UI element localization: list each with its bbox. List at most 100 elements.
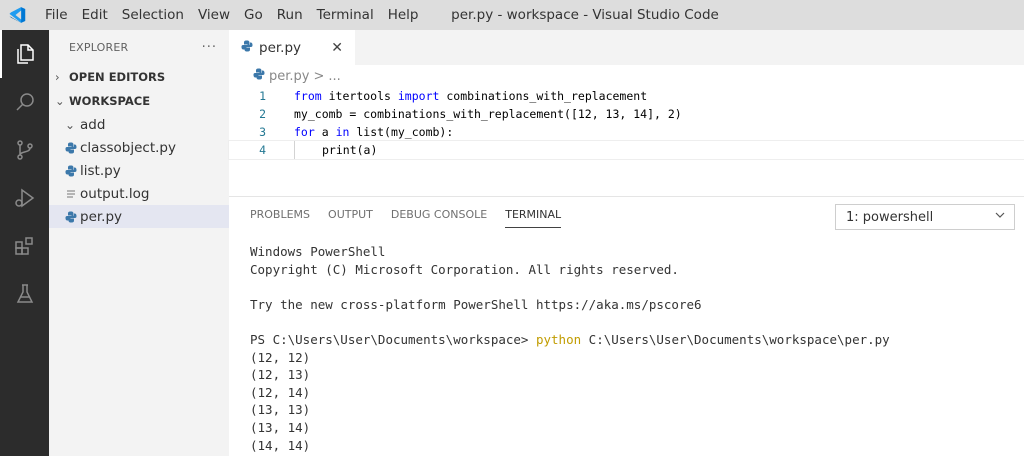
menu-bar: File Edit Selection View Go Run Terminal Help bbox=[34, 0, 425, 30]
workspace-label: WORKSPACE bbox=[69, 94, 151, 108]
code-line[interactable]: 4 print(a) bbox=[228, 140, 1024, 160]
open-editors-label: OPEN EDITORS bbox=[69, 70, 166, 84]
source-control-icon[interactable] bbox=[0, 126, 49, 174]
keyword-token: from bbox=[294, 89, 322, 103]
open-editors-section[interactable]: › OPEN EDITORS bbox=[49, 65, 229, 89]
close-icon[interactable]: ✕ bbox=[331, 40, 343, 56]
code-line[interactable]: 3 for a in list(my_comb): bbox=[229, 123, 1024, 141]
line-number: 2 bbox=[259, 107, 266, 121]
chevron-down-icon: ⌄ bbox=[65, 117, 76, 132]
code-editor[interactable]: 1 from itertools import combinations_with… bbox=[228, 87, 1024, 160]
tab-per-py[interactable]: per.py ✕ bbox=[229, 30, 355, 65]
title-bar: File Edit Selection View Go Run Terminal Help p… bbox=[0, 0, 1024, 30]
python-file-icon bbox=[253, 68, 265, 84]
python-file-icon bbox=[65, 211, 80, 223]
editor-group: per.py ✕ per.py > ... 1 from itertools im… bbox=[228, 30, 1024, 195]
menu-help[interactable]: Help bbox=[381, 0, 426, 30]
keyword-token: in bbox=[335, 125, 350, 139]
tree-item-classobject-py[interactable]: classobject.py bbox=[49, 136, 229, 159]
explorer-sidebar: EXPLORER ··· › OPEN EDITORS ⌄ WORKSPACE … bbox=[49, 30, 229, 456]
chevron-down-icon: ⌄ bbox=[55, 94, 65, 108]
tree-item-list-py[interactable]: list.py bbox=[49, 159, 229, 182]
tree-item-label: output.log bbox=[80, 185, 150, 202]
menu-run[interactable]: Run bbox=[270, 0, 310, 30]
terminal-line: (14, 14) bbox=[250, 437, 311, 453]
code-token: itertools bbox=[321, 89, 398, 103]
tree-item-add[interactable]: ⌄ add bbox=[49, 113, 229, 136]
tab-debug-console[interactable]: DEBUG CONSOLE bbox=[382, 197, 496, 233]
panel-tabs: PROBLEMS OUTPUT DEBUG CONSOLE TERMINAL 1: p… bbox=[229, 197, 1024, 233]
files-icon[interactable] bbox=[0, 30, 49, 78]
explorer-header: EXPLORER ··· bbox=[49, 30, 229, 65]
chevron-down-icon bbox=[994, 209, 1006, 225]
code-token: list(my_comb): bbox=[349, 125, 454, 139]
terminal-line: PS C:\Users\User\Documents\workspace> py… bbox=[250, 331, 1024, 349]
tab-label: per.py bbox=[259, 39, 302, 56]
chevron-right-icon: › bbox=[55, 70, 60, 84]
editor-tabs: per.py ✕ bbox=[229, 30, 1024, 65]
terminal-prompt: PS C:\Users\User\Documents\workspace> bbox=[250, 331, 536, 347]
vscode-logo-icon bbox=[0, 0, 34, 30]
code-token: a bbox=[314, 125, 336, 139]
terminal-command: python bbox=[535, 331, 582, 347]
breadcrumb-file[interactable]: per.py bbox=[269, 69, 309, 84]
tab-output[interactable]: OUTPUT bbox=[319, 197, 382, 233]
terminal-line: (12, 14) bbox=[250, 384, 311, 400]
tree-item-label: list.py bbox=[80, 162, 121, 179]
line-number: 4 bbox=[259, 143, 266, 157]
keyword-token: for bbox=[294, 125, 315, 139]
terminal-line: (13, 14) bbox=[250, 419, 311, 435]
terminal-line: Try the new cross-platform PowerShell ht… bbox=[250, 296, 702, 312]
menu-go[interactable]: Go bbox=[237, 0, 270, 30]
log-file-icon bbox=[65, 188, 80, 200]
terminal-line: (12, 12) bbox=[250, 349, 311, 365]
tab-problems[interactable]: PROBLEMS bbox=[241, 197, 319, 233]
python-file-icon bbox=[65, 142, 80, 154]
menu-file[interactable]: File bbox=[38, 0, 75, 30]
terminal-line: (12, 13) bbox=[250, 367, 311, 383]
code-token: print(a) bbox=[322, 143, 378, 157]
activity-bar bbox=[0, 30, 49, 456]
file-tree: ⌄ add classobject.py list.py output.log per.p… bbox=[49, 113, 229, 228]
workspace-section[interactable]: ⌄ WORKSPACE bbox=[49, 89, 229, 113]
terminal-select-value: 1: powershell bbox=[846, 209, 934, 225]
menu-edit[interactable]: Edit bbox=[75, 0, 115, 30]
testing-icon[interactable] bbox=[0, 270, 49, 318]
menu-view[interactable]: View bbox=[191, 0, 237, 30]
python-file-icon bbox=[65, 165, 80, 177]
terminal-line: Copyright (C) Microsoft Corporation. All… bbox=[250, 261, 679, 277]
breadcrumb-symbol[interactable]: ... bbox=[328, 69, 340, 84]
tree-item-output-log[interactable]: output.log bbox=[49, 182, 229, 205]
search-icon[interactable] bbox=[0, 78, 49, 126]
code-line[interactable]: 2 my_comb = combinations_with_replacement… bbox=[229, 105, 1024, 123]
tree-item-label: per.py bbox=[80, 208, 123, 225]
menu-selection[interactable]: Selection bbox=[115, 0, 191, 30]
python-file-icon bbox=[241, 40, 253, 56]
terminal-output[interactable]: Windows PowerShell Copyright (C) Microsof… bbox=[229, 233, 1024, 454]
tree-item-label: classobject.py bbox=[80, 139, 176, 156]
terminal-line: (13, 13) bbox=[250, 402, 311, 418]
breadcrumb-separator: > bbox=[313, 68, 325, 84]
tree-item-label: add bbox=[80, 116, 106, 133]
extensions-icon[interactable] bbox=[0, 222, 49, 270]
run-debug-icon[interactable] bbox=[0, 174, 49, 222]
menu-terminal[interactable]: Terminal bbox=[310, 0, 381, 30]
tree-item-per-py[interactable]: per.py bbox=[49, 205, 229, 228]
code-line[interactable]: 1 from itertools import combinations_with… bbox=[229, 87, 1024, 105]
line-number: 3 bbox=[259, 125, 266, 139]
code-token: my_comb = combinations_with_replacement(… bbox=[294, 107, 682, 121]
indent-guide bbox=[294, 141, 322, 159]
bottom-panel: PROBLEMS OUTPUT DEBUG CONSOLE TERMINAL 1: p… bbox=[229, 196, 1024, 456]
keyword-token: import bbox=[397, 89, 440, 103]
explorer-title: EXPLORER bbox=[69, 41, 129, 54]
terminal-line: Windows PowerShell bbox=[250, 244, 386, 259]
tab-terminal[interactable]: TERMINAL bbox=[496, 197, 570, 233]
more-actions-icon[interactable]: ··· bbox=[202, 40, 217, 55]
terminal-select[interactable]: 1: powershell bbox=[835, 204, 1015, 230]
breadcrumb: per.py > ... bbox=[229, 65, 1024, 87]
code-token: combinations_with_replacement bbox=[439, 89, 648, 103]
line-number: 1 bbox=[259, 89, 266, 103]
terminal-args: C:\Users\User\Documents\workspace\per.py bbox=[581, 331, 890, 347]
